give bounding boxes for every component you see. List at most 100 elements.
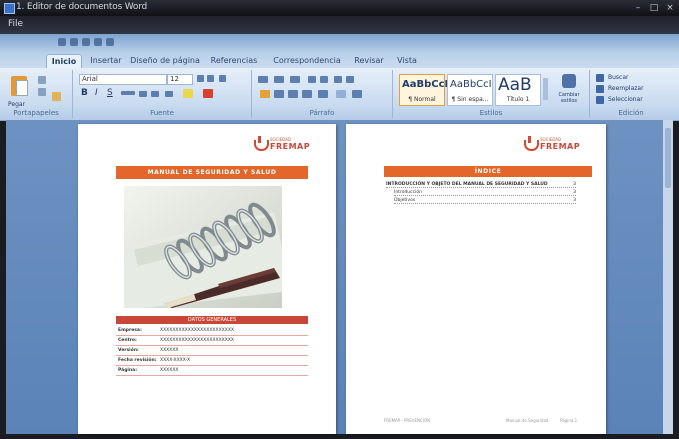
bullets-icon[interactable]: [258, 76, 268, 83]
redo-icon[interactable]: [82, 38, 90, 46]
style-heading1-label: Título 1: [506, 96, 530, 103]
undo-icon[interactable]: [70, 38, 78, 46]
tab-vista[interactable]: Vista: [392, 54, 422, 67]
quick-access-toolbar: [0, 34, 679, 52]
toc-entry[interactable]: Objetivos 3: [394, 198, 576, 204]
tab-diseno[interactable]: Diseño de página: [130, 54, 200, 67]
increase-indent-icon[interactable]: [320, 76, 328, 83]
style-no-spacing[interactable]: AaBbCcI ¶ Sin espa...: [447, 74, 493, 106]
info-row-key: Centro:: [118, 338, 137, 343]
editing-group-label: Edición: [618, 109, 644, 117]
grow-font-icon[interactable]: [197, 75, 204, 82]
shading-icon[interactable]: [336, 90, 346, 98]
change-case-icon[interactable]: [165, 91, 173, 97]
info-row-key: Versión:: [118, 348, 139, 353]
toc-entry-page: 3: [573, 190, 576, 195]
copy-icon[interactable]: [38, 88, 46, 96]
style-no-spacing-preview: AaBbCcI: [450, 79, 492, 90]
tab-referencias[interactable]: Referencias: [206, 54, 262, 67]
fremap-logo-icon: [254, 140, 269, 151]
select-button[interactable]: Seleccionar: [608, 96, 643, 103]
toc-entry-label: Introducción: [394, 190, 422, 195]
tab-correspondencia[interactable]: Correspondencia: [268, 54, 346, 67]
save-icon[interactable]: [58, 38, 66, 46]
numbering-icon[interactable]: [274, 76, 284, 83]
find-button[interactable]: Buscar: [608, 74, 629, 81]
italic-icon[interactable]: I: [95, 88, 98, 98]
justify-icon[interactable]: [302, 90, 312, 98]
replace-button[interactable]: Reemplazar: [608, 85, 644, 92]
font-group-label: Fuente: [150, 109, 174, 117]
print-icon[interactable]: [94, 38, 102, 46]
highlight-icon[interactable]: [183, 89, 193, 98]
tab-insertar[interactable]: Insertar: [86, 54, 126, 67]
info-row: Página: XXXXXX: [116, 366, 308, 376]
paste-button[interactable]: [8, 74, 30, 100]
style-normal-preview: AaBbCcI: [402, 79, 449, 90]
info-row-value: XXXXXX: [160, 368, 179, 373]
tab-inicio[interactable]: Inicio: [46, 54, 82, 68]
tab-revisar[interactable]: Revisar: [350, 54, 388, 67]
info-row: Versión: XXXXXX: [116, 346, 308, 356]
align-right-icon[interactable]: [288, 90, 298, 98]
info-row-value: XXXXXX: [160, 348, 179, 353]
window-title: 1. Editor de documentos Word: [16, 2, 148, 12]
change-styles-label: Cambiar estilos: [558, 92, 580, 104]
toc-entry-page: 3: [573, 198, 576, 203]
qat-dropdown-icon[interactable]: [106, 38, 114, 46]
toc-entry[interactable]: INTRODUCCIÓN Y OBJETO DEL MANUAL DE SEGU…: [386, 182, 576, 188]
title-bar: 1. Editor de documentos Word – □ ×: [0, 0, 679, 16]
strikethrough-icon[interactable]: [121, 91, 135, 95]
font-size-field[interactable]: 12: [167, 74, 193, 85]
page-index[interactable]: SOCIEDAD FREMAP ÍNDICE INTRODUCCIÓN Y OB…: [346, 124, 606, 434]
align-left-icon[interactable]: [260, 90, 270, 98]
style-heading1[interactable]: AaB Título 1: [495, 74, 541, 106]
style-normal[interactable]: AaBbCcI ¶ Normal: [399, 74, 449, 106]
align-center-icon[interactable]: [274, 90, 284, 98]
decrease-indent-icon[interactable]: [308, 76, 316, 83]
maximize-icon[interactable]: □: [648, 3, 660, 13]
clear-format-icon[interactable]: [219, 75, 226, 82]
format-painter-icon[interactable]: [52, 92, 61, 101]
editing-group: Buscar Reemplazar Seleccionar Edición: [590, 70, 672, 118]
show-marks-icon[interactable]: [346, 76, 354, 83]
toc-entry-label: INTRODUCCIÓN Y OBJETO DEL MANUAL DE SEGU…: [386, 182, 548, 187]
file-menu[interactable]: File: [8, 19, 23, 29]
replace-icon: [596, 85, 604, 93]
info-row: Centro: XXXXXXXXXXXXXXXXXXXXXXXX: [116, 336, 308, 346]
styles-scroll-icon[interactable]: [543, 78, 548, 100]
subscript-icon[interactable]: [139, 91, 147, 97]
font-color-icon[interactable]: [203, 89, 213, 98]
ribbon-tabs: Inicio Insertar Diseño de página Referen…: [0, 52, 679, 68]
change-styles-button[interactable]: Cambiar estilos: [553, 72, 585, 108]
minimize-icon[interactable]: –: [632, 3, 644, 13]
info-row-key: Fecha revisión:: [118, 358, 157, 363]
bold-icon[interactable]: B: [81, 88, 88, 98]
info-table-header: DATOS GENERALES: [116, 316, 308, 324]
style-normal-label: ¶ Normal: [408, 96, 436, 103]
clipboard-group: Pegar Portapapeles: [0, 70, 73, 118]
superscript-icon[interactable]: [151, 91, 159, 97]
underline-icon[interactable]: S: [107, 88, 113, 98]
sort-icon[interactable]: [334, 76, 342, 83]
borders-icon[interactable]: [352, 90, 362, 98]
toc-entry[interactable]: Introducción 3: [394, 190, 576, 196]
info-row-value: XXXXXXXXXXXXXXXXXXXXXXXX: [160, 338, 234, 343]
change-styles-icon: [562, 74, 576, 88]
page-footer-mid: Manual de Seguridad: [506, 418, 549, 423]
line-spacing-icon[interactable]: [318, 90, 328, 98]
vertical-scrollbar[interactable]: [663, 120, 673, 434]
font-name-field[interactable]: Arial: [79, 74, 167, 85]
close-icon[interactable]: ×: [664, 3, 676, 13]
scrollbar-thumb[interactable]: [665, 128, 671, 188]
clipboard-group-label: Portapapeles: [13, 109, 59, 117]
ribbon: Pegar Portapapeles Arial 12 B I S Fuente: [0, 68, 679, 121]
paper-icon: [16, 80, 28, 96]
multilevel-list-icon[interactable]: [290, 76, 300, 83]
page-cover[interactable]: SOCIEDAD FREMAP MANUAL DE SEGURIDAD Y SA…: [78, 124, 336, 434]
index-title-banner: ÍNDICE: [384, 166, 592, 177]
shrink-font-icon[interactable]: [207, 75, 214, 82]
info-row: Fecha revisión: XXXX-XXXX-X: [116, 356, 308, 366]
document-workspace[interactable]: SOCIEDAD FREMAP MANUAL DE SEGURIDAD Y SA…: [6, 120, 673, 434]
cut-icon[interactable]: [38, 76, 46, 84]
